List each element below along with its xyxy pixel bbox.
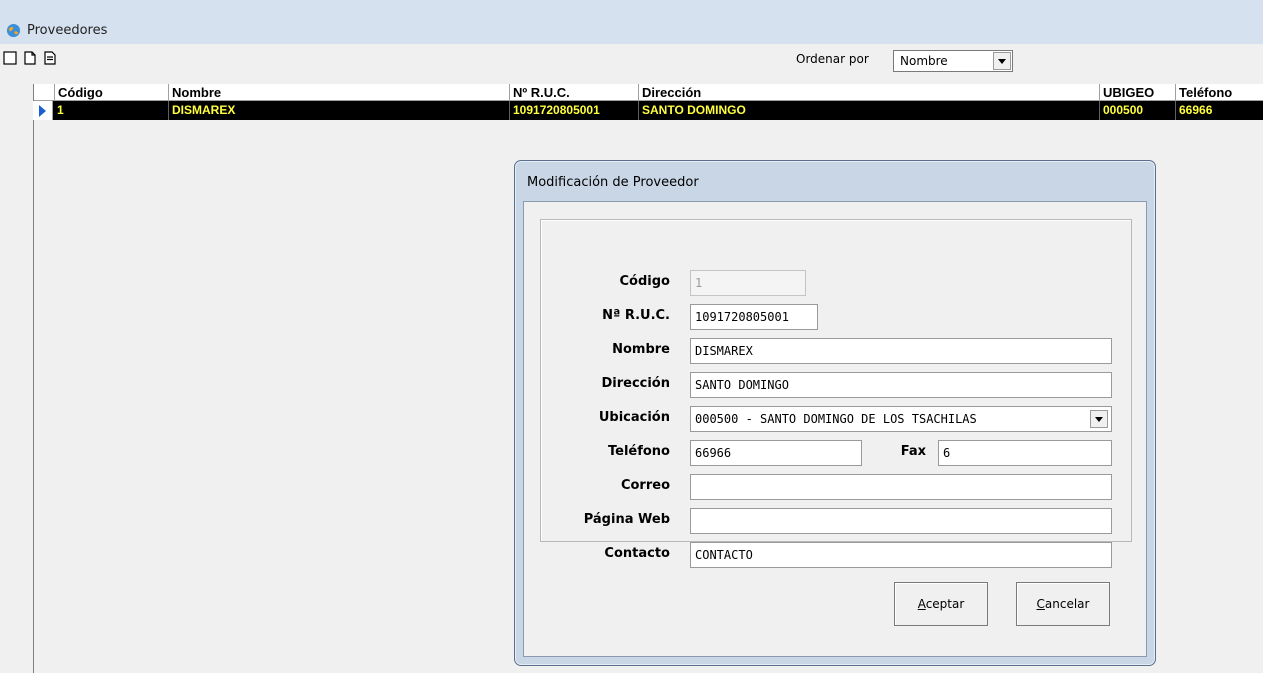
ubicacion-select[interactable]: 000500 - SANTO DOMINGO DE LOS TSACHILAS: [690, 406, 1112, 432]
new-document-icon[interactable]: [23, 51, 37, 65]
cell-ubigeo[interactable]: 000500: [1099, 101, 1175, 120]
column-header-ruc[interactable]: Nº R.U.C.: [509, 84, 637, 101]
accept-button[interactable]: Aceptar: [894, 582, 988, 626]
column-header-ubigeo[interactable]: UBIGEO: [1099, 84, 1174, 101]
cell-direccion[interactable]: SANTO DOMINGO: [638, 101, 1099, 120]
pagina-web-field[interactable]: [690, 508, 1112, 534]
label-pagina-web: Página Web: [583, 512, 670, 527]
codigo-field[interactable]: 1: [690, 270, 806, 296]
printer-document-icon[interactable]: [43, 51, 57, 65]
table-row[interactable]: 1 DISMAREX 1091720805001 SANTO DOMINGO 0…: [34, 101, 1263, 120]
window-title: Proveedores: [27, 23, 108, 38]
column-header-telefono[interactable]: Teléfono: [1175, 84, 1263, 101]
order-by-select[interactable]: Nombre: [893, 50, 1013, 72]
nombre-field[interactable]: DISMAREX: [690, 338, 1112, 364]
direccion-field[interactable]: SANTO DOMINGO: [690, 372, 1112, 398]
label-codigo: Código: [619, 274, 670, 289]
label-nombre: Nombre: [612, 342, 670, 357]
dialog-title: Modificación de Proveedor: [527, 175, 699, 190]
toolbar: [0, 44, 1263, 84]
cell-nombre[interactable]: DISMAREX: [168, 101, 509, 120]
column-header-direccion[interactable]: Dirección: [638, 84, 1098, 101]
order-by-value: Nombre: [900, 54, 948, 68]
label-direccion: Dirección: [601, 376, 670, 391]
window-title-bar: Proveedores: [0, 0, 1263, 44]
row-pointer-icon[interactable]: [33, 101, 53, 120]
grid-header: Código Nombre Nº R.U.C. Dirección UBIGEO…: [34, 84, 1263, 101]
cell-ruc[interactable]: 1091720805001: [509, 101, 638, 120]
ruc-field[interactable]: 1091720805001: [690, 304, 818, 330]
modify-supplier-dialog: Modificación de Proveedor Código 1 Nª R.…: [514, 160, 1156, 666]
label-telefono: Teléfono: [607, 444, 670, 459]
blank-square-icon[interactable]: [3, 51, 17, 65]
globe-icon: [6, 23, 21, 38]
label-ubicacion: Ubicación: [598, 410, 670, 425]
chevron-down-icon[interactable]: [993, 52, 1011, 70]
column-header-nombre[interactable]: Nombre: [168, 84, 508, 101]
dialog-body: Código 1 Nª R.U.C. 1091720805001 Nombre …: [523, 201, 1147, 657]
label-contacto: Contacto: [604, 546, 670, 561]
label-ruc: Nª R.U.C.: [602, 308, 670, 323]
correo-field[interactable]: [690, 474, 1112, 500]
cancel-button[interactable]: Cancelar: [1016, 582, 1110, 626]
chevron-down-icon[interactable]: [1090, 410, 1108, 428]
fax-field[interactable]: 6: [938, 440, 1112, 466]
cell-telefono[interactable]: 66966: [1175, 101, 1263, 120]
cell-codigo[interactable]: 1: [54, 101, 168, 120]
contacto-field[interactable]: CONTACTO: [690, 542, 1112, 568]
column-header-codigo[interactable]: Código: [54, 84, 164, 101]
order-by-label: Ordenar por: [796, 52, 869, 66]
label-fax: Fax: [900, 444, 926, 459]
ubicacion-value: 000500 - SANTO DOMINGO DE LOS TSACHILAS: [695, 412, 977, 426]
label-correo: Correo: [620, 478, 670, 493]
